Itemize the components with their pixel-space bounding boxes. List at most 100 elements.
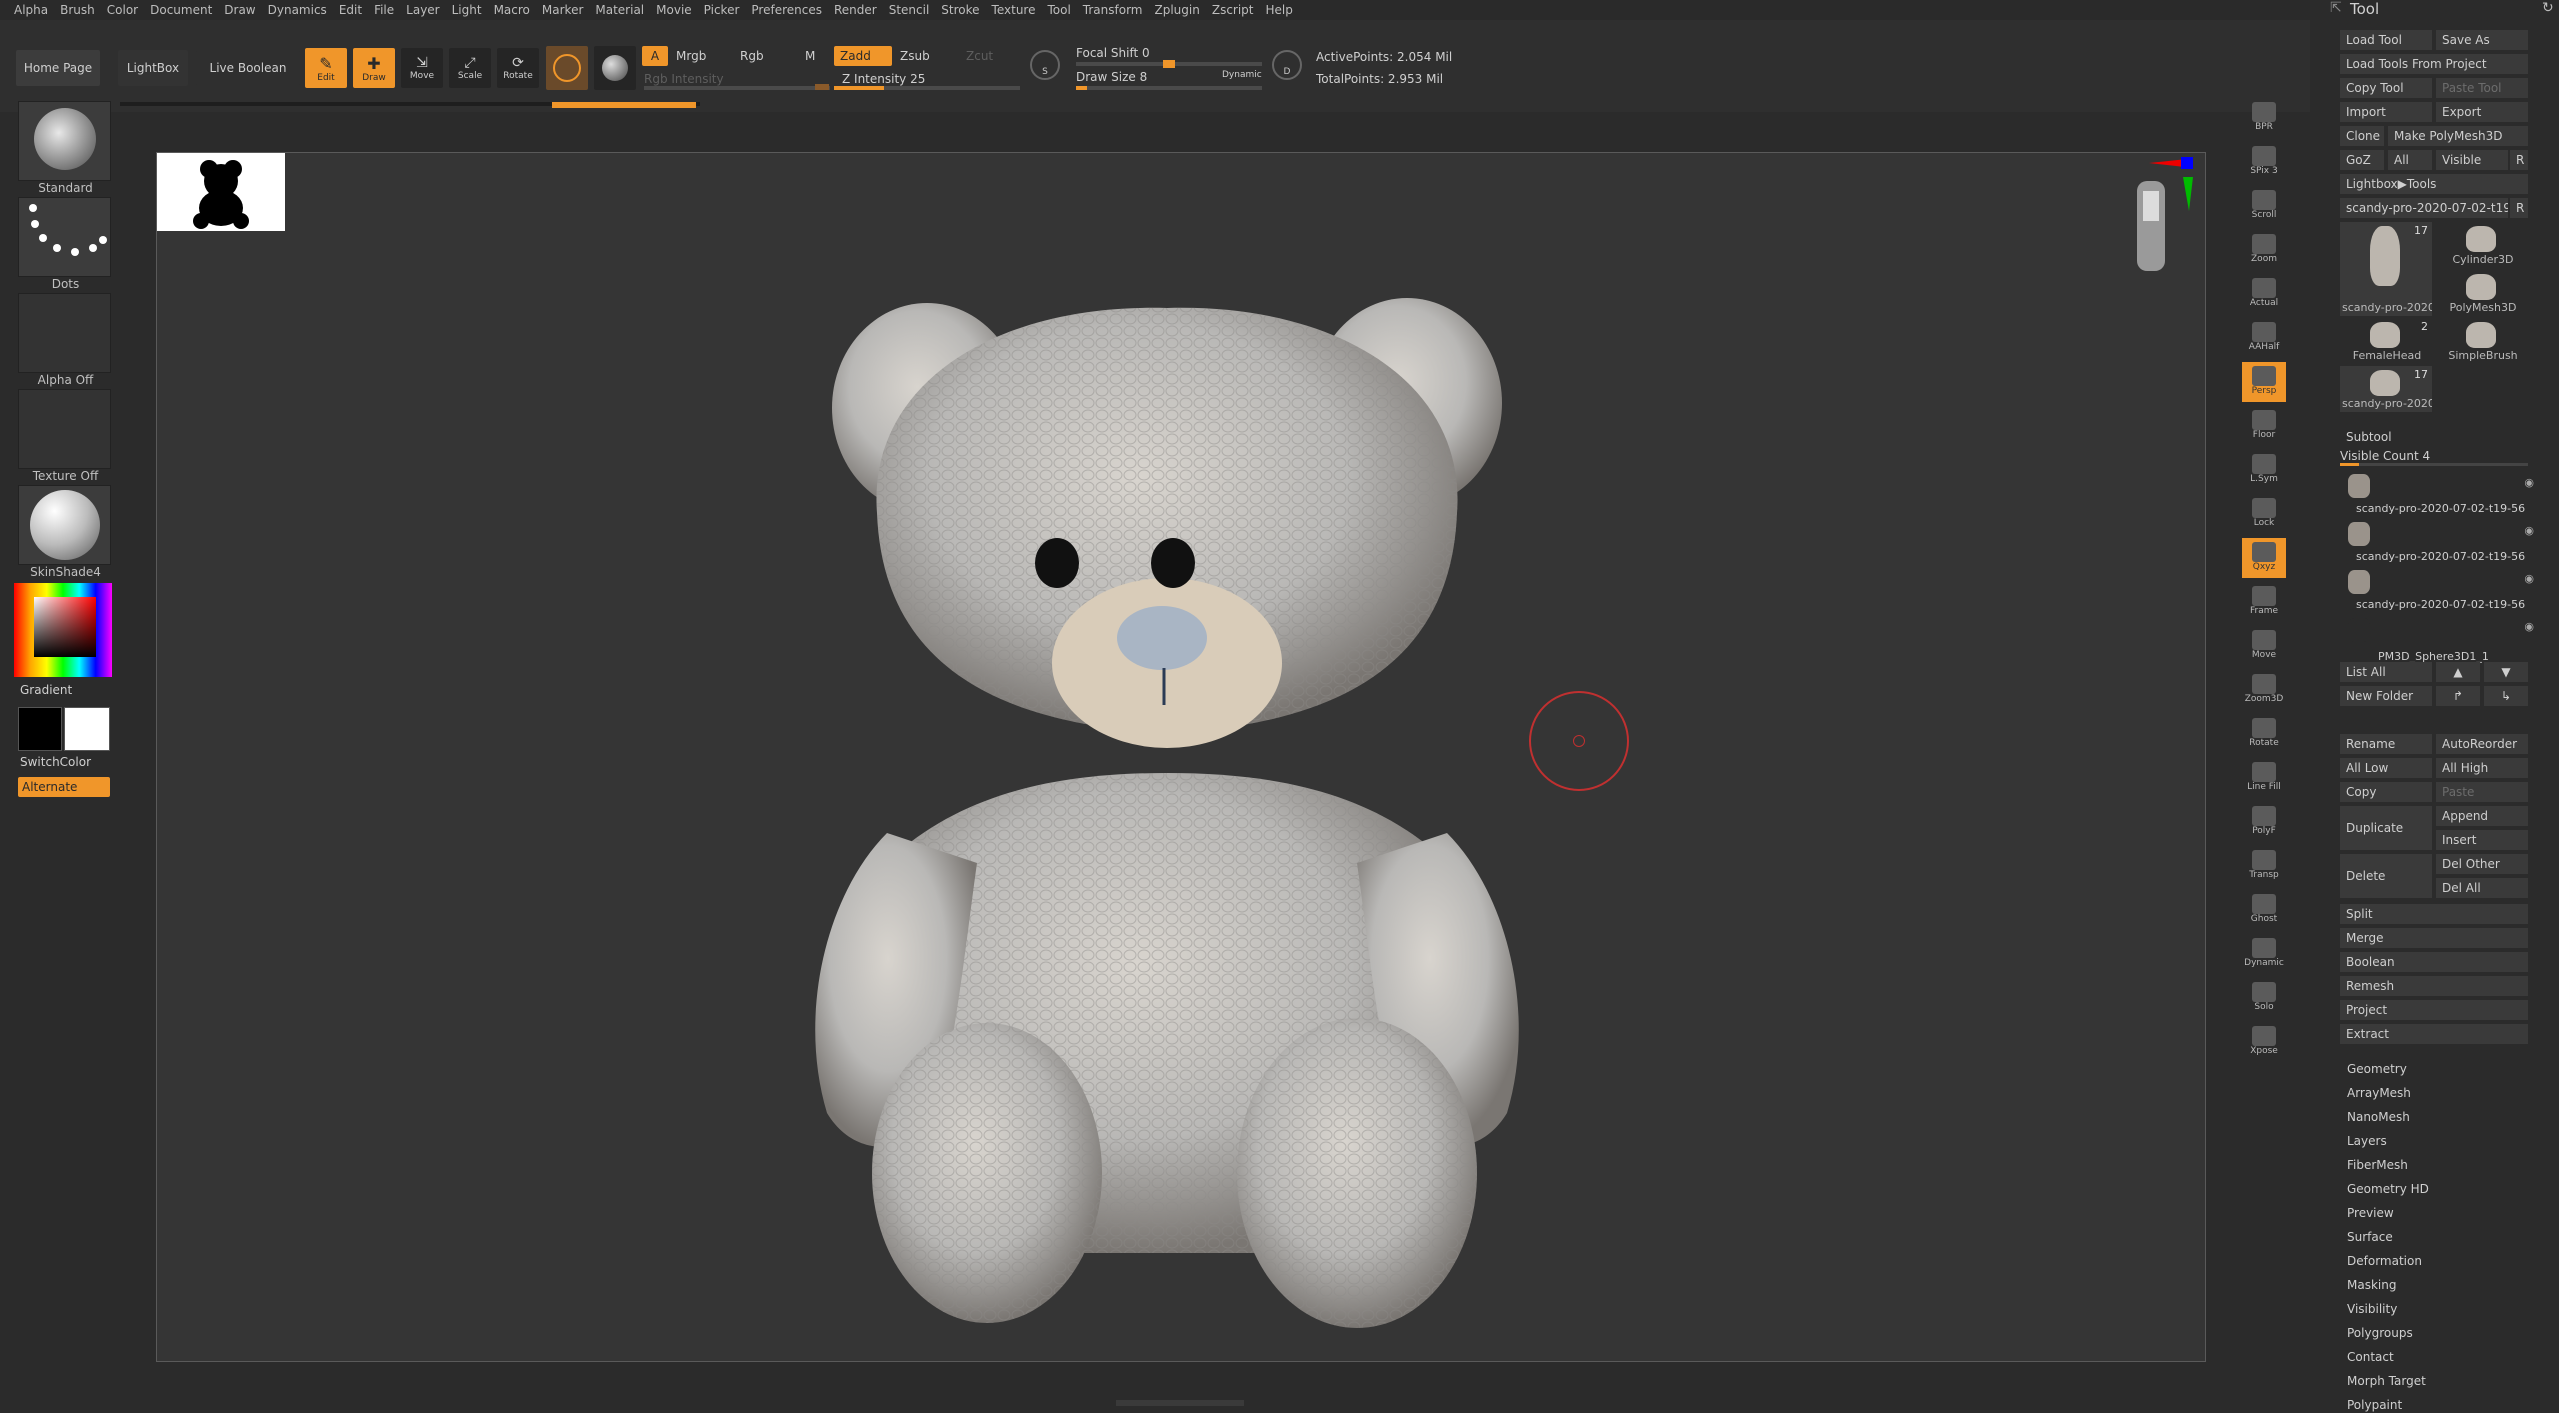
material-picker[interactable]: SkinShade4 (18, 485, 111, 579)
insert-button[interactable]: Insert (2436, 830, 2528, 850)
tool-section-arraymesh[interactable]: ArrayMesh (2347, 1086, 2411, 1100)
edit-button[interactable]: ✎ Edit (305, 48, 347, 88)
current-tool-slider[interactable]: scandy-pro-2020-07-02-t19-5 (2340, 198, 2508, 218)
visible-count-slider[interactable]: Visible Count 4 (2340, 449, 2430, 463)
shelf-bpr-button[interactable]: BPR (2242, 98, 2286, 138)
menu-render[interactable]: Render (828, 3, 883, 17)
texture-picker[interactable]: Texture Off (18, 389, 111, 483)
goz-button[interactable]: GoZ (2340, 150, 2384, 170)
copy-button[interactable]: Copy (2340, 782, 2432, 802)
main-color-swatch[interactable] (18, 707, 62, 751)
shelf-zoom-button[interactable]: Zoom (2242, 230, 2286, 270)
goz-r-button[interactable]: R (2510, 150, 2528, 170)
tool-thumb[interactable]: Cylinder3D (2436, 222, 2528, 268)
make-polymesh3d-button[interactable]: Make PolyMesh3D (2388, 126, 2528, 146)
tool-section-fibermesh[interactable]: FiberMesh (2347, 1158, 2408, 1172)
home-page-button[interactable]: Home Page (16, 50, 100, 86)
shelf-solo-button[interactable]: Solo (2242, 978, 2286, 1018)
import-button[interactable]: Import (2340, 102, 2432, 122)
subtool-item[interactable]: ◉ scandy-pro-2020-07-02-t19-56 (2340, 568, 2538, 614)
clone-button[interactable]: Clone (2340, 126, 2384, 146)
shelf-aahalf-button[interactable]: AAHalf (2242, 318, 2286, 358)
menu-macro[interactable]: Macro (488, 3, 536, 17)
brush-picker[interactable]: Standard (18, 101, 111, 195)
zadd-button[interactable]: Zadd (834, 46, 892, 66)
rename-button[interactable]: Rename (2340, 734, 2432, 754)
rgb-intensity-slider[interactable]: Rgb Intensity (644, 72, 724, 86)
menu-document[interactable]: Document (144, 3, 218, 17)
shelf-persp-button[interactable]: Persp (2242, 362, 2286, 402)
s-button[interactable]: S (1030, 50, 1060, 80)
tool-thumb[interactable]: 2 FemaleHead (2340, 318, 2432, 364)
autoreorder-button[interactable]: AutoReorder (2436, 734, 2528, 754)
subtool-header[interactable]: Subtool (2346, 430, 2392, 444)
m-button[interactable]: M (805, 49, 815, 63)
export-button[interactable]: Export (2436, 102, 2528, 122)
draw-button[interactable]: ✚ Draw (353, 48, 395, 88)
copy-tool-button[interactable]: Copy Tool (2340, 78, 2432, 98)
shelf-move-button[interactable]: Move (2242, 626, 2286, 666)
del-other-button[interactable]: Del Other (2436, 854, 2528, 874)
menu-edit[interactable]: Edit (333, 3, 368, 17)
lightbox-tools-button[interactable]: Lightbox▶Tools (2340, 174, 2528, 194)
remesh-section[interactable]: Remesh (2340, 976, 2528, 996)
shelf-xpose-button[interactable]: Xpose (2242, 1022, 2286, 1062)
project-section[interactable]: Project (2340, 1000, 2528, 1020)
refresh-icon[interactable]: ↻ (2542, 0, 2554, 16)
tool-section-morph-target[interactable]: Morph Target (2347, 1374, 2426, 1388)
menu-transform[interactable]: Transform (1077, 3, 1149, 17)
alpha-picker[interactable]: Alpha Off (18, 293, 111, 387)
save-as-button[interactable]: Save As (2436, 30, 2528, 50)
menu-draw[interactable]: Draw (218, 3, 261, 17)
duplicate-button[interactable]: Duplicate (2340, 806, 2432, 850)
goz-visible-button[interactable]: Visible (2436, 150, 2508, 170)
scale-button[interactable]: ⤢ Scale (449, 48, 491, 88)
del-all-button[interactable]: Del All (2436, 878, 2528, 898)
shelf-l-sym-button[interactable]: L.Sym (2242, 450, 2286, 490)
subtool-item[interactable]: ◉ scandy-pro-2020-07-02-t19-56 (2340, 520, 2538, 566)
shelf-zoom3d-button[interactable]: Zoom3D (2242, 670, 2286, 710)
draw-size-track[interactable] (1076, 86, 1262, 90)
list-all-button[interactable]: List All (2340, 662, 2432, 682)
menu-preferences[interactable]: Preferences (745, 3, 828, 17)
load-tools-from-project-button[interactable]: Load Tools From Project (2340, 54, 2528, 74)
shelf-ghost-button[interactable]: Ghost (2242, 890, 2286, 930)
tool-section-surface[interactable]: Surface (2347, 1230, 2393, 1244)
switch-color-button[interactable]: SwitchColor (20, 755, 91, 769)
visibility-eye-icon[interactable]: ◉ (2524, 620, 2534, 633)
merge-section[interactable]: Merge (2340, 928, 2528, 948)
move-up-icon[interactable]: ▲ (2436, 662, 2480, 682)
menu-movie[interactable]: Movie (650, 3, 698, 17)
bottom-tray-handle[interactable] (1116, 1400, 1244, 1406)
menu-zplugin[interactable]: Zplugin (1149, 3, 1206, 17)
tool-thumb[interactable]: SimpleBrush (2436, 318, 2528, 364)
shelf-spix-3-button[interactable]: SPix 3 (2242, 142, 2286, 182)
folder-up-icon[interactable]: ↱ (2436, 686, 2480, 706)
zsub-button[interactable]: Zsub (900, 49, 930, 63)
menu-zscript[interactable]: Zscript (1206, 3, 1260, 17)
tool-thumb[interactable]: 17 scandy-pro-2020 (2340, 222, 2432, 316)
tool-thumb[interactable]: 17 scandy-pro-2020 (2340, 366, 2432, 412)
append-button[interactable]: Append (2436, 806, 2528, 826)
load-tool-button[interactable]: Load Tool (2340, 30, 2432, 50)
menu-brush[interactable]: Brush (54, 3, 101, 17)
rotate-button[interactable]: ⟳ Rotate (497, 48, 539, 88)
tool-section-masking[interactable]: Masking (2347, 1278, 2396, 1292)
move-button[interactable]: ⇲ Move (401, 48, 443, 88)
d-button[interactable]: D (1272, 50, 1302, 80)
tool-section-geometry[interactable]: Geometry (2347, 1062, 2407, 1076)
menu-picker[interactable]: Picker (698, 3, 746, 17)
move-down-icon[interactable]: ▼ (2484, 662, 2528, 682)
tool-thumb[interactable]: PolyMesh3D (2436, 270, 2528, 316)
lightbox-button[interactable]: LightBox (118, 50, 188, 86)
menu-stroke[interactable]: Stroke (935, 3, 985, 17)
tool-section-visibility[interactable]: Visibility (2347, 1302, 2397, 1316)
gradient-toggle[interactable]: Gradient (20, 683, 72, 697)
subtool-item[interactable]: ◉ PM3D_Sphere3D1_1 (2340, 616, 2538, 663)
rgb-button[interactable]: Rgb (740, 49, 764, 63)
visible-count-track[interactable] (2340, 463, 2528, 466)
shelf-actual-button[interactable]: Actual (2242, 274, 2286, 314)
shelf-dynamic-button[interactable]: Dynamic (2242, 934, 2286, 974)
tool-section-deformation[interactable]: Deformation (2347, 1254, 2422, 1268)
tool-section-geometry-hd[interactable]: Geometry HD (2347, 1182, 2429, 1196)
